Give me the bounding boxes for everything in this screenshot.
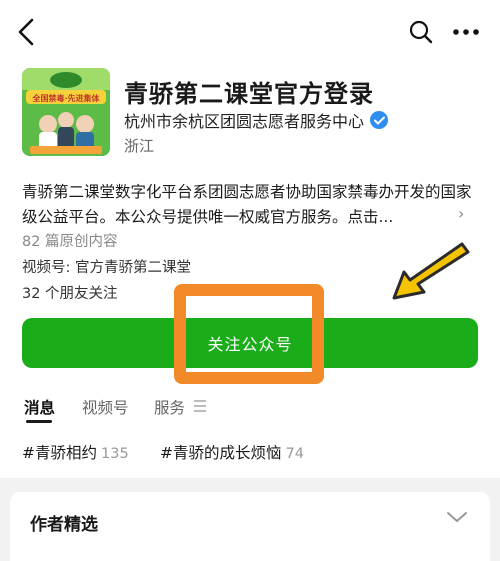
video-account-link[interactable]: 视频号: 官方青骄第二课堂 (22, 256, 191, 277)
description-expand-icon[interactable]: › (458, 204, 464, 223)
annotation-arrow-icon (392, 242, 470, 300)
hashtag-count: 74 (285, 446, 304, 462)
author-pick-title: 作者精选 (30, 515, 98, 535)
chevron-left-icon (18, 18, 34, 46)
more-button[interactable] (446, 14, 486, 50)
hashtag-label: #青骄相约 (22, 444, 97, 462)
menu-icon[interactable] (194, 400, 206, 415)
friends-following[interactable]: 32 个朋友关注 (22, 282, 118, 303)
search-button[interactable] (404, 14, 438, 50)
tab-video[interactable]: 视频号 (82, 396, 129, 418)
avatar-banner-text: 全国禁毒·先进集体 (32, 94, 100, 103)
organization-name: 杭州市余杭区团圆志愿者服务中心 (124, 112, 365, 131)
avatar-illustration (22, 68, 110, 156)
tab-services[interactable]: 服务 (154, 396, 185, 418)
hashtag-item[interactable]: #青骄的成长烦恼 74 (160, 441, 304, 463)
account-description[interactable]: 青骄第二课堂数字化平台系团圆志愿者协助国家禁毒办开发的国家级公益平台。本公众号提… (22, 180, 478, 230)
active-tab-indicator (26, 420, 52, 423)
back-button[interactable] (8, 12, 44, 52)
hashtag-item[interactable]: #青骄相约 135 (22, 441, 129, 463)
chevron-down-icon[interactable] (446, 510, 468, 524)
highlight-box (174, 284, 324, 384)
original-count[interactable]: 82 篇原创内容 (22, 230, 118, 251)
account-name: 青骄第二课堂官方登录 (124, 80, 374, 108)
account-region: 浙江 (124, 137, 155, 155)
account-avatar[interactable]: 全国禁毒·先进集体 (22, 68, 110, 156)
more-horizontal-icon (453, 29, 479, 35)
hashtag-count: 135 (101, 446, 129, 462)
hashtag-label: #青骄的成长烦恼 (160, 444, 282, 462)
verified-icon (370, 111, 389, 129)
search-icon (409, 20, 433, 44)
account-organization[interactable]: 杭州市余杭区团圆志愿者服务中心 (124, 108, 389, 132)
tab-messages[interactable]: 消息 (24, 396, 55, 418)
